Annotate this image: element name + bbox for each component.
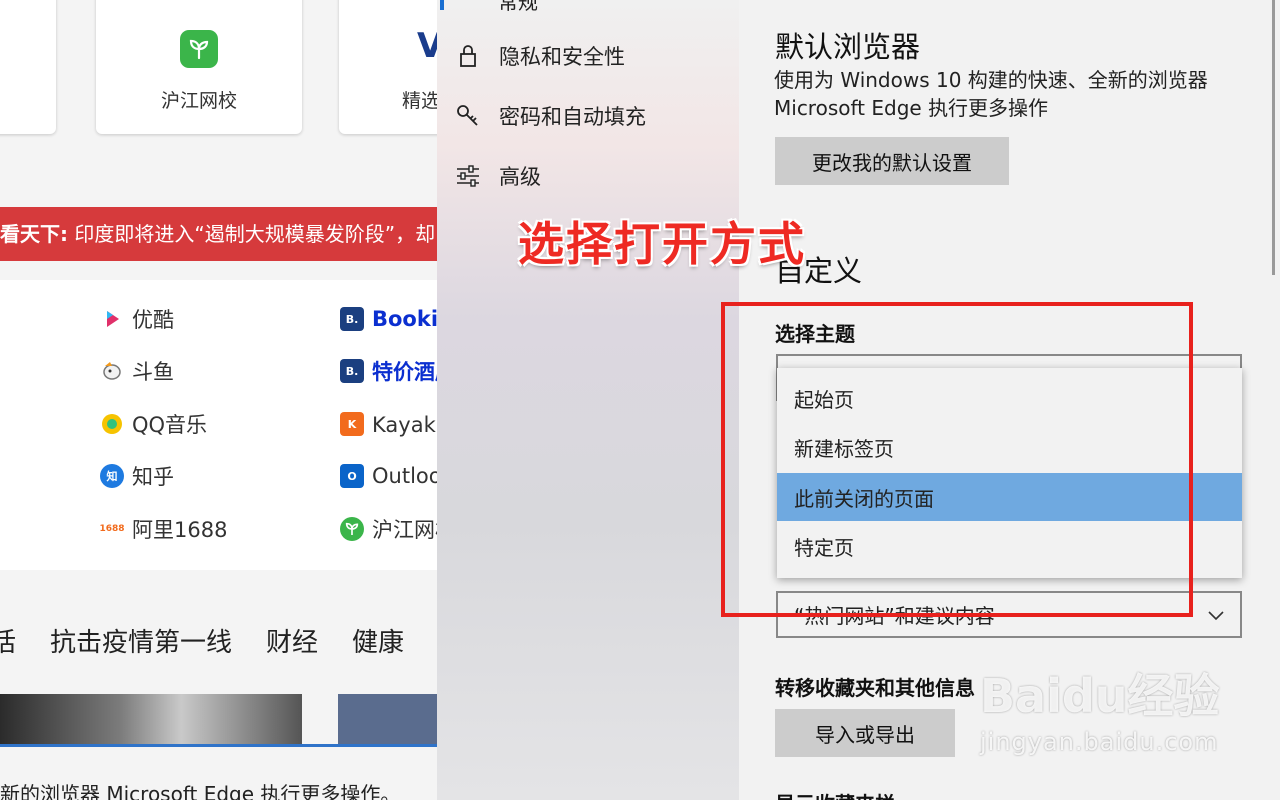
booking-icon: B. [340,307,364,331]
description-line: 使用为 Windows 10 构建的快速、全新的浏览器 [774,68,1208,92]
news-thumbnail[interactable] [338,694,440,744]
chevron-down-icon [1208,611,1224,621]
qqmusic-icon [100,412,124,436]
news-headline: 印度即将进入“遏制大规模暴发阶段”，却 [68,222,436,246]
import-export-button[interactable]: 导入或导出 [775,709,955,757]
quick-link-tile-hujiang[interactable]: 沪江网校 [96,0,302,134]
site-links-panel: 优酷 斗鱼 QQ音乐 知 知乎 1688 阿里1688 B. Bookin B [0,280,440,570]
watermark-brand: Baidu经验 [980,660,1220,726]
settings-nav-pane: 常规 隐私和安全性 密码和自动填充 高级 [437,0,739,800]
news-tab[interactable]: 财经 [266,622,318,659]
link-item[interactable]: K Kayak国 [340,410,440,438]
link-label: 优酷 [132,308,174,332]
news-tab[interactable]: 话 [0,622,16,659]
link-label: Bookin [372,307,440,331]
sliders-icon [457,165,479,187]
nav-item-label: 隐私和安全性 [499,45,625,69]
watermark-url: jingyan.baidu.com [980,728,1219,756]
tile-label: 沪江网校 [160,90,237,112]
promo-text: 新的浏览器 Microsoft Edge 执行更多操作。 [0,782,401,800]
baidu-watermark: Baidu经验 jingyan.baidu.com [980,660,1220,756]
link-item[interactable]: 优酷 [100,305,174,333]
news-thumbnail[interactable] [0,694,302,744]
nav-item-general[interactable]: 常规 [498,0,538,15]
link-label: 阿里1688 [132,518,228,542]
quick-link-tile-jingxuan[interactable]: V 精选 [339,0,440,134]
default-browser-description: 使用为 Windows 10 构建的快速、全新的浏览器 Microsoft Ed… [774,66,1254,122]
link-item[interactable]: 知 知乎 [100,462,174,490]
outlook-icon: O [340,464,364,488]
divider [0,744,440,747]
link-label: 知乎 [132,465,174,489]
link-label: 特价酒店 [372,360,440,384]
annotation-highlight-box [721,302,1193,617]
key-icon [457,105,478,126]
link-item[interactable]: B. 特价酒店 [340,357,440,385]
scrollbar[interactable] [1272,0,1275,275]
news-tab[interactable]: 抗击疫情第一线 [50,622,232,659]
description-line: Microsoft Edge 执行更多操作 [774,96,1049,120]
link-label: 斗鱼 [132,360,174,384]
news-category-tabs: 话 抗击疫情第一线 财经 健康 [0,622,404,659]
kayak-icon: K [340,412,364,436]
favorites-bar-heading: 显示收藏夹栏 [775,788,895,800]
nav-selected-indicator [440,0,444,10]
nav-item-passwords[interactable]: 密码和自动填充 [455,96,646,136]
nav-item-label: 密码和自动填充 [499,105,646,129]
quick-link-tile[interactable] [0,0,56,134]
annotation-caption: 选择打开方式 [518,217,806,271]
link-label: QQ音乐 [132,413,208,437]
link-item[interactable]: 斗鱼 [100,357,174,385]
nav-item-label: 高级 [499,165,541,189]
booking-icon: B. [340,359,364,383]
news-banner[interactable]: 看天下: 印度即将进入“遏制大规模暴发阶段”，却 [0,207,440,261]
alibaba-icon: 1688 [99,524,125,534]
hujiang-icon [180,30,218,68]
link-label: Kayak国 [372,413,440,437]
zhihu-icon: 知 [100,464,124,488]
youku-icon [100,307,124,331]
lock-icon [460,45,476,67]
link-item[interactable]: QQ音乐 [100,410,207,438]
douyu-icon [100,359,124,383]
link-item[interactable]: 1688 阿里1688 [99,515,228,543]
watermark-brand-text: Baidu经验 [980,669,1220,723]
news-tab[interactable]: 健康 [352,622,404,659]
browser-new-tab-page: 沪江网校 V 精选 看天下: 印度即将进入“遏制大规模暴发阶段”，却 优酷 斗鱼… [0,0,440,800]
news-source: 看天下: [0,222,68,246]
tile-label: 精选 [402,90,440,112]
link-label: 沪江网校 [372,518,440,542]
link-item[interactable]: B. Bookin [340,305,440,333]
link-item[interactable]: O Outloo [340,462,440,490]
nav-item-advanced[interactable]: 高级 [455,156,541,196]
default-browser-heading: 默认浏览器 [775,30,921,64]
change-default-button[interactable]: 更改我的默认设置 [775,137,1009,185]
hujiang-icon [340,517,364,541]
link-item[interactable]: 沪江网校 [340,515,440,543]
link-label: Outloo [372,464,440,488]
transfer-heading: 转移收藏夹和其他信息 [775,676,975,700]
nav-item-privacy[interactable]: 隐私和安全性 [455,36,625,76]
